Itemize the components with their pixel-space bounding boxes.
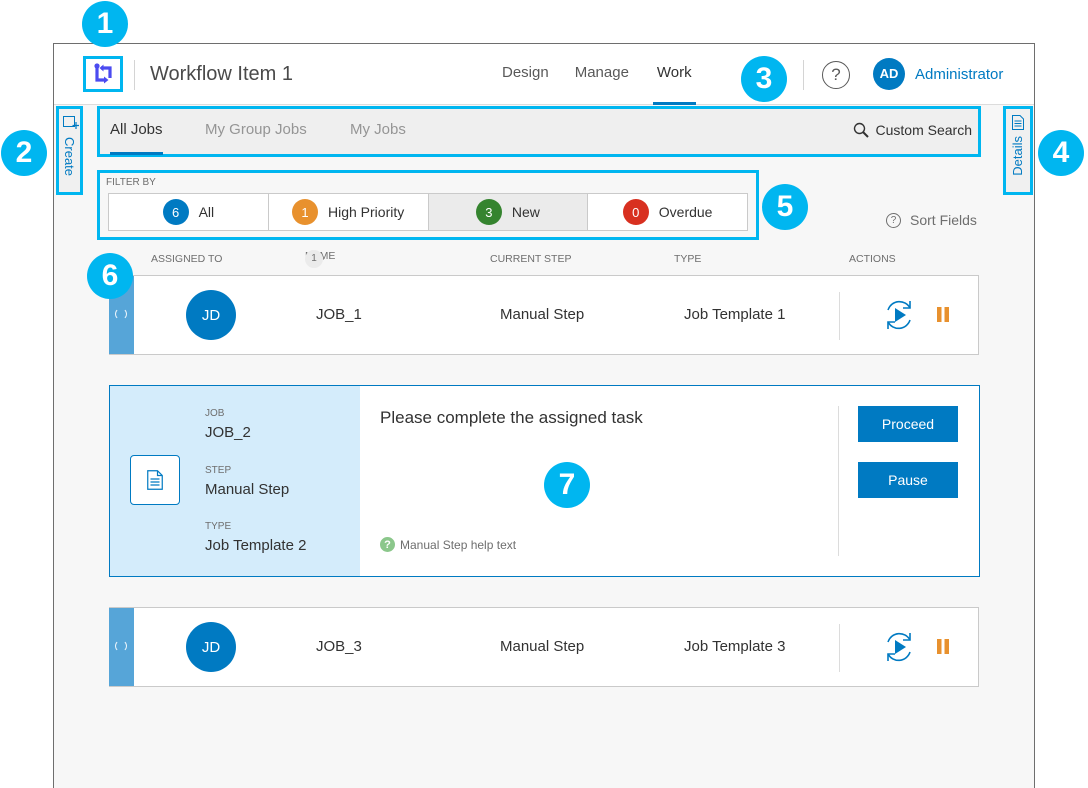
callout-6: 6 xyxy=(87,253,133,299)
search-icon xyxy=(853,122,869,138)
details-panel-toggle[interactable]: Details xyxy=(1003,106,1033,195)
col-name[interactable]: NAME 1 xyxy=(305,250,335,268)
pause-button[interactable]: Pause xyxy=(858,462,958,498)
filter-overdue[interactable]: 0 Overdue xyxy=(588,194,747,230)
app-title: Workflow Item 1 xyxy=(150,63,293,85)
sort-fields-button[interactable]: ? Sort Fields xyxy=(886,212,977,228)
actions-divider xyxy=(839,292,840,340)
sort-fields-label: Sort Fields xyxy=(910,212,977,228)
sort-order-badge: 1 xyxy=(305,250,323,268)
run-step-icon[interactable] xyxy=(882,630,916,664)
filter-option-label: High Priority xyxy=(328,204,405,220)
pause-icon[interactable] xyxy=(937,639,949,654)
job-type: Job Template 3 xyxy=(684,638,786,655)
custom-search-button[interactable]: Custom Search xyxy=(853,122,972,138)
count-badge: 6 xyxy=(162,199,189,225)
app-logo[interactable] xyxy=(83,56,123,92)
document-icon xyxy=(1012,115,1024,130)
run-step-icon[interactable] xyxy=(882,298,916,332)
callout-3: 3 xyxy=(741,56,787,102)
add-document-icon xyxy=(63,116,79,129)
step-label: STEP xyxy=(205,465,232,476)
user-avatar[interactable]: AD xyxy=(873,58,905,90)
callout-2: 2 xyxy=(1,130,47,176)
callout-4: 4 xyxy=(1038,130,1084,176)
filter-new[interactable]: 3 New xyxy=(428,194,589,230)
tab-my-jobs[interactable]: My Jobs xyxy=(350,109,406,154)
status-strip xyxy=(109,608,134,686)
filter-options: 6 All 1 High Priority 3 New 0 Overdue xyxy=(108,193,748,231)
count-badge: 1 xyxy=(292,199,318,225)
step-value: Manual Step xyxy=(205,481,290,498)
job-document-button[interactable] xyxy=(130,455,180,505)
custom-search-label: Custom Search xyxy=(875,122,972,138)
help-circle-icon: ? xyxy=(886,212,901,228)
document-icon xyxy=(147,470,163,490)
callout-7: 7 xyxy=(544,462,590,508)
job-tabs: All Jobs My Group Jobs My Jobs Custom Se… xyxy=(97,106,981,157)
task-title: Please complete the assigned task xyxy=(380,408,643,427)
filter-option-label: New xyxy=(511,204,540,220)
nav-design[interactable]: Design xyxy=(490,44,561,105)
job-row[interactable]: JD JOB_1 Manual Step Job Template 1 xyxy=(109,275,979,355)
step-help: ? Manual Step help text xyxy=(380,537,516,552)
user-name[interactable]: Administrator xyxy=(915,66,1003,83)
app-header: Workflow Item 1 Design Manage Work ? AD … xyxy=(54,44,1034,105)
header-divider xyxy=(134,60,135,90)
filter-by: FILTER BY 6 All 1 High Priority 3 New 0 … xyxy=(97,170,759,240)
type-value: Job Template 2 xyxy=(205,537,307,554)
app-window: Workflow Item 1 Design Manage Work ? AD … xyxy=(53,43,1035,788)
job-name: JOB_3 xyxy=(316,638,362,655)
create-panel-toggle[interactable]: Create xyxy=(56,106,83,195)
job-step: Manual Step xyxy=(500,306,585,323)
create-label: Create xyxy=(62,137,77,177)
type-label: TYPE xyxy=(205,521,232,532)
col-actions: ACTIONS xyxy=(849,253,896,265)
main-nav: Design Manage Work xyxy=(490,44,696,105)
count-badge: 3 xyxy=(475,199,502,225)
tab-my-group-jobs[interactable]: My Group Jobs xyxy=(205,109,307,154)
proceed-button[interactable]: Proceed xyxy=(858,406,958,442)
help-icon: ? xyxy=(380,537,395,552)
assignee-avatar: JD xyxy=(186,290,236,340)
column-headers: ASSIGNED TO NAME 1 CURRENT STEP TYPE ACT… xyxy=(109,250,979,273)
nav-manage[interactable]: Manage xyxy=(561,44,641,105)
callout-1: 1 xyxy=(82,1,128,47)
filter-all[interactable]: 6 All xyxy=(109,194,269,230)
count-badge: 0 xyxy=(622,199,649,225)
assignee-avatar: JD xyxy=(186,622,236,672)
help-icon[interactable]: ? xyxy=(822,61,850,89)
nav-work[interactable]: Work xyxy=(641,44,696,105)
help-text: Manual Step help text xyxy=(400,537,517,552)
loading-icon xyxy=(115,640,127,652)
col-assigned-to[interactable]: ASSIGNED TO xyxy=(151,253,222,265)
callout-5: 5 xyxy=(762,184,808,230)
workflow-logo-icon xyxy=(94,63,112,84)
filter-label: FILTER BY xyxy=(106,177,156,188)
actions-divider xyxy=(839,624,840,672)
actions-divider xyxy=(838,406,839,556)
header-divider xyxy=(803,60,804,90)
details-label: Details xyxy=(1010,136,1025,176)
job-step: Manual Step xyxy=(500,638,585,655)
job-value: JOB_2 xyxy=(205,424,251,441)
job-info-panel: JOB JOB_2 STEP Manual Step TYPE Job Temp… xyxy=(110,386,360,576)
job-type: Job Template 1 xyxy=(684,306,786,323)
job-name: JOB_1 xyxy=(316,306,362,323)
col-type[interactable]: TYPE xyxy=(674,253,701,265)
filter-option-label: Overdue xyxy=(658,204,713,220)
job-row[interactable]: JD JOB_3 Manual Step Job Template 3 xyxy=(109,607,979,687)
col-current-step[interactable]: CURRENT STEP xyxy=(490,253,571,265)
filter-option-label: All xyxy=(198,204,215,220)
job-label: JOB xyxy=(205,408,225,419)
filter-high-priority[interactable]: 1 High Priority xyxy=(268,194,429,230)
loading-icon xyxy=(115,308,127,320)
tab-all-jobs[interactable]: All Jobs xyxy=(110,109,163,155)
pause-icon[interactable] xyxy=(937,307,949,322)
